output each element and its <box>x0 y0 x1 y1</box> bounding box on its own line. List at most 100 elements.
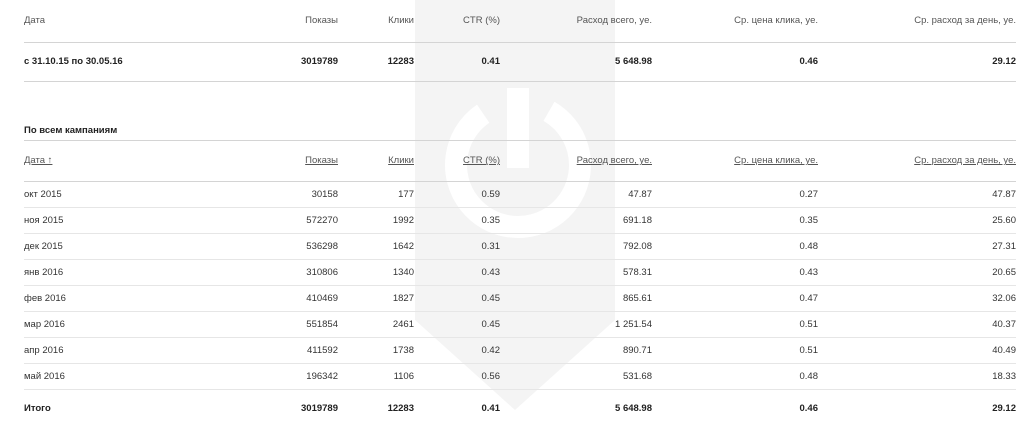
row-spend: 792.08 <box>500 233 652 260</box>
row-cpc: 0.48 <box>652 233 818 260</box>
col-header-impressions: Показы <box>238 0 338 43</box>
row-daily: 18.33 <box>818 363 1016 390</box>
summary-daily: 29.12 <box>818 42 1016 82</box>
sort-header-clicks[interactable]: Клики <box>338 140 414 182</box>
total-cpc: 0.46 <box>799 403 819 415</box>
row-ctr: 0.43 <box>414 259 500 286</box>
row-ctr: 0.56 <box>414 363 500 390</box>
row-daily: 20.65 <box>818 259 1016 286</box>
row-impressions: 410469 <box>238 285 338 312</box>
table-row: апр 2016 411592 1738 0.42 890.71 0.51 40… <box>24 337 1016 364</box>
row-ctr: 0.45 <box>414 285 500 312</box>
summary-clicks: 12283 <box>338 42 414 82</box>
sort-link-cpc[interactable]: Ср. цена клика, уе. <box>734 155 818 166</box>
campaign-header-row: Дата ↑ Показы Клики CTR (%) Расход всего… <box>24 140 1016 182</box>
table-row: дек 2015 536298 1642 0.31 792.08 0.48 27… <box>24 233 1016 260</box>
summary-row: с 31.10.15 по 30.05.16 3019789 12283 0.4… <box>24 42 1016 82</box>
sort-link-impressions[interactable]: Показы <box>305 155 338 166</box>
row-cpc: 0.51 <box>652 311 818 338</box>
row-date: окт 2015 <box>24 181 238 208</box>
total-clicks: 12283 <box>387 403 414 415</box>
row-cpc: 0.51 <box>652 337 818 364</box>
sort-link-date[interactable]: Дата ↑ <box>24 155 52 166</box>
row-clicks: 1340 <box>338 259 414 286</box>
table-row: май 2016 196342 1106 0.56 531.68 0.48 18… <box>24 363 1016 390</box>
row-clicks: 2461 <box>338 311 414 338</box>
col-header-cpc: Ср. цена клика, уе. <box>652 0 818 43</box>
row-clicks: 1106 <box>338 363 414 390</box>
sort-header-daily[interactable]: Ср. расход за день, уе. <box>818 140 1016 182</box>
sort-header-ctr[interactable]: CTR (%) <box>414 140 500 182</box>
summary-period: с 31.10.15 по 30.05.16 <box>24 42 238 82</box>
table-row: янв 2016 310806 1340 0.43 578.31 0.43 20… <box>24 259 1016 286</box>
row-impressions: 572270 <box>238 207 338 234</box>
sort-header-impressions[interactable]: Показы <box>238 140 338 182</box>
total-daily: 29.12 <box>992 403 1016 415</box>
row-daily: 27.31 <box>818 233 1016 260</box>
row-ctr: 0.31 <box>414 233 500 260</box>
row-clicks: 177 <box>338 181 414 208</box>
row-impressions: 30158 <box>238 181 338 208</box>
row-date: апр 2016 <box>24 337 238 364</box>
row-daily: 32.06 <box>818 285 1016 312</box>
row-spend: 1 251.54 <box>500 311 652 338</box>
col-header-date: Дата <box>24 0 238 43</box>
row-ctr: 0.45 <box>414 311 500 338</box>
row-cpc: 0.43 <box>652 259 818 286</box>
col-header-daily: Ср. расход за день, уе. <box>818 0 1016 43</box>
total-impressions: 3019789 <box>301 403 338 415</box>
row-clicks: 1992 <box>338 207 414 234</box>
row-date: май 2016 <box>24 363 238 390</box>
total-spend: 5 648.98 <box>615 403 652 415</box>
row-daily: 40.49 <box>818 337 1016 364</box>
row-date: дек 2015 <box>24 233 238 260</box>
row-spend: 47.87 <box>500 181 652 208</box>
col-header-ctr: CTR (%) <box>414 0 500 43</box>
row-spend: 865.61 <box>500 285 652 312</box>
sort-link-clicks[interactable]: Клики <box>388 155 414 166</box>
row-spend: 578.31 <box>500 259 652 286</box>
table-row: ноя 2015 572270 1992 0.35 691.18 0.35 25… <box>24 207 1016 234</box>
sort-header-cpc[interactable]: Ср. цена клика, уе. <box>652 140 818 182</box>
campaign-table: Дата ↑ Показы Клики CTR (%) Расход всего… <box>24 140 1016 428</box>
row-clicks: 1738 <box>338 337 414 364</box>
row-spend: 890.71 <box>500 337 652 364</box>
row-impressions: 310806 <box>238 259 338 286</box>
total-row: Итого 3019789 12283 0.41 5 648.98 0.46 2… <box>24 390 1016 428</box>
sort-link-ctr[interactable]: CTR (%) <box>463 155 500 166</box>
row-date: ноя 2015 <box>24 207 238 234</box>
col-header-clicks: Клики <box>338 0 414 43</box>
total-label: Итого <box>24 403 51 415</box>
table-row: фев 2016 410469 1827 0.45 865.61 0.47 32… <box>24 285 1016 312</box>
row-impressions: 196342 <box>238 363 338 390</box>
sort-header-date[interactable]: Дата ↑ <box>24 140 238 182</box>
row-clicks: 1827 <box>338 285 414 312</box>
summary-table: Дата Показы Клики CTR (%) Расход всего, … <box>24 0 1016 82</box>
col-header-spend: Расход всего, уе. <box>500 0 652 43</box>
row-date: фев 2016 <box>24 285 238 312</box>
row-date: янв 2016 <box>24 259 238 286</box>
row-ctr: 0.42 <box>414 337 500 364</box>
row-cpc: 0.48 <box>652 363 818 390</box>
summary-ctr: 0.41 <box>414 42 500 82</box>
summary-header-row: Дата Показы Клики CTR (%) Расход всего, … <box>24 0 1016 43</box>
sort-header-spend[interactable]: Расход всего, уе. <box>500 140 652 182</box>
report-container: Дата Показы Клики CTR (%) Расход всего, … <box>0 0 1018 428</box>
summary-cpc: 0.46 <box>652 42 818 82</box>
summary-spend: 5 648.98 <box>500 42 652 82</box>
row-cpc: 0.47 <box>652 285 818 312</box>
row-impressions: 551854 <box>238 311 338 338</box>
table-row: мар 2016 551854 2461 0.45 1 251.54 0.51 … <box>24 311 1016 338</box>
row-daily: 25.60 <box>818 207 1016 234</box>
row-daily: 47.87 <box>818 181 1016 208</box>
row-impressions: 411592 <box>238 337 338 364</box>
table-row: окт 2015 30158 177 0.59 47.87 0.27 47.87 <box>24 181 1016 208</box>
row-daily: 40.37 <box>818 311 1016 338</box>
row-spend: 531.68 <box>500 363 652 390</box>
sort-link-daily[interactable]: Ср. расход за день, уе. <box>914 155 1016 166</box>
summary-impressions: 3019789 <box>238 42 338 82</box>
row-date: мар 2016 <box>24 311 238 338</box>
total-ctr: 0.41 <box>481 403 501 415</box>
row-clicks: 1642 <box>338 233 414 260</box>
sort-link-spend[interactable]: Расход всего, уе. <box>577 155 652 166</box>
